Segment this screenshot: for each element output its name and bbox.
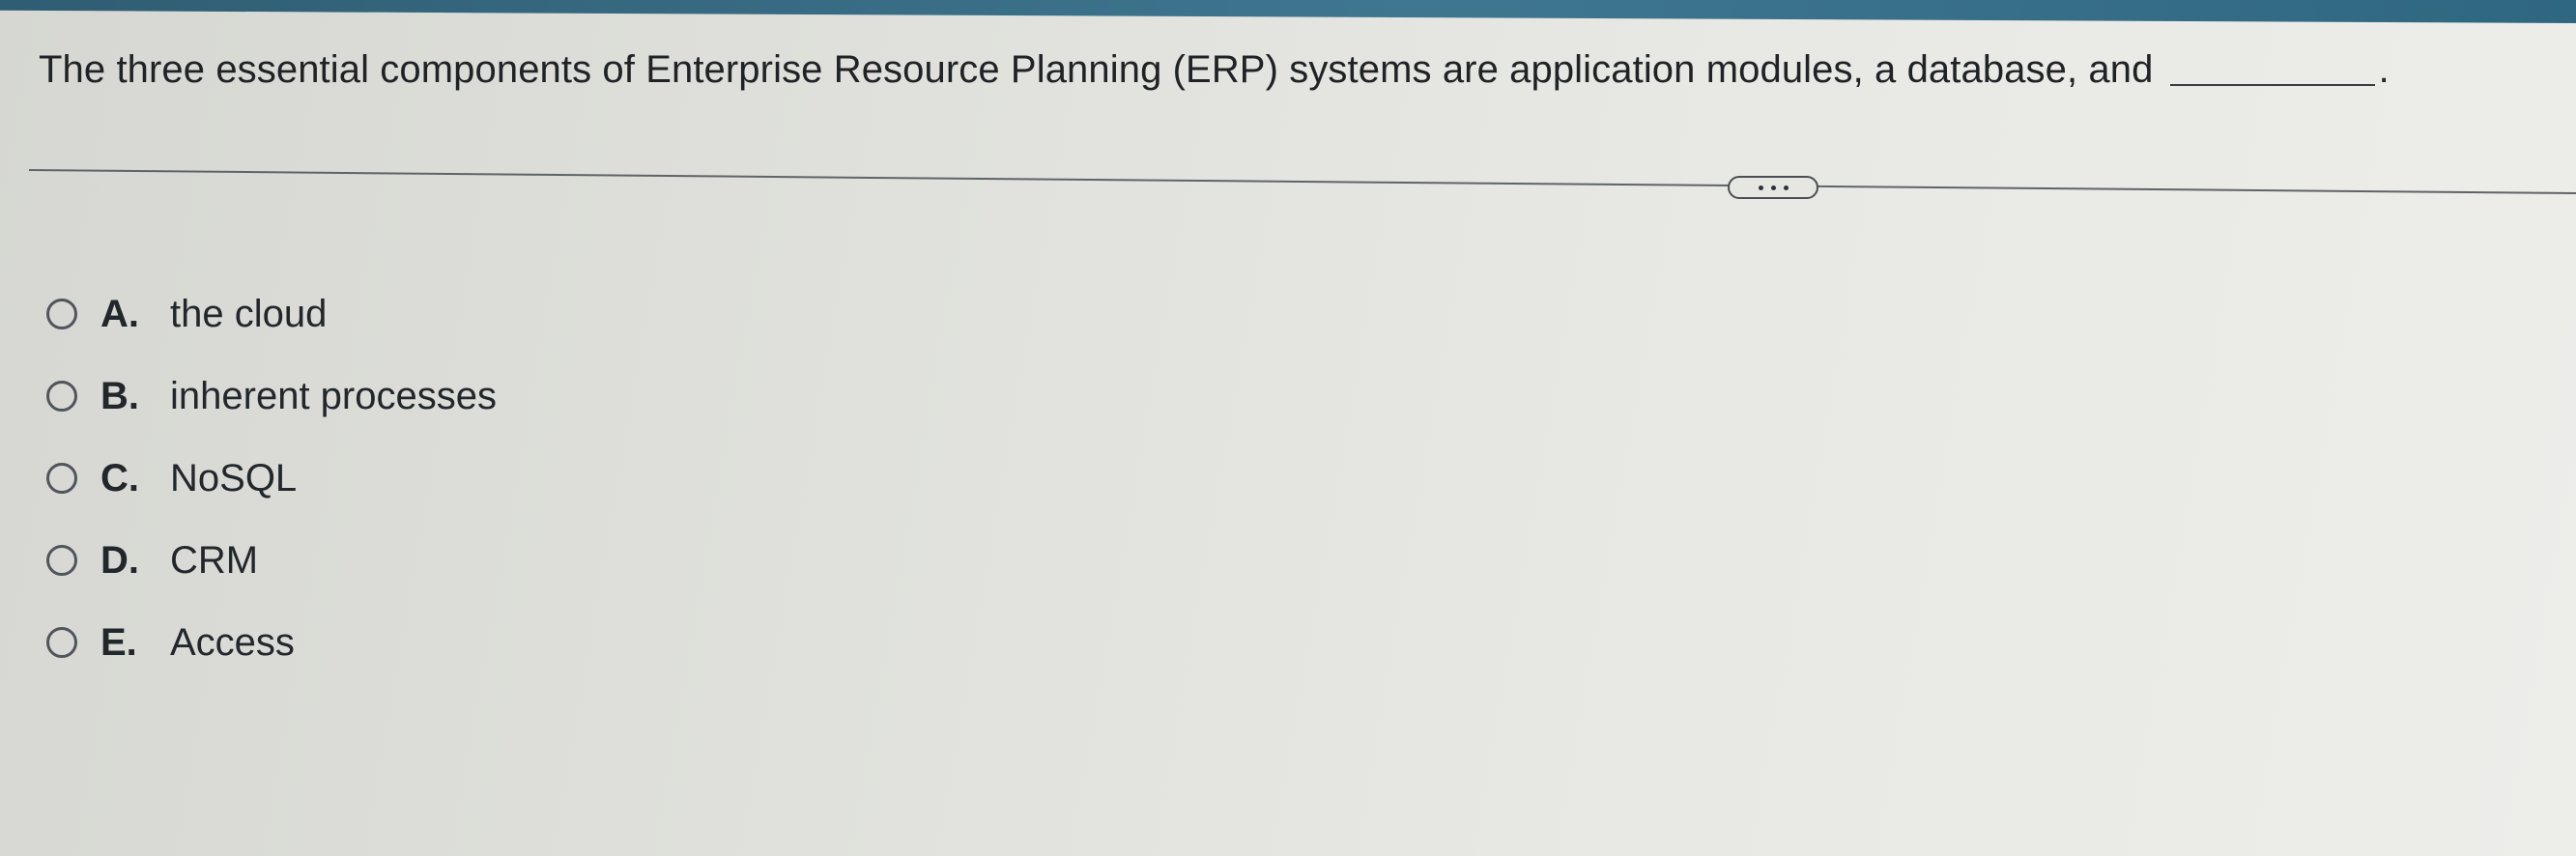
option-text: NoSQL — [170, 456, 298, 499]
option-text: Access — [170, 620, 295, 664]
option-d[interactable]: D. CRM — [46, 536, 258, 585]
option-c[interactable]: C. NoSQL — [46, 454, 297, 502]
option-text: CRM — [170, 538, 259, 582]
divider-line — [29, 169, 2576, 194]
question-text-block: The three essential components of Enterp… — [39, 46, 2390, 93]
option-b[interactable]: B. inherent processes — [46, 372, 497, 420]
question-divider — [29, 168, 2576, 197]
question-period: . — [2378, 48, 2390, 91]
question-text: The three essential components of Enterp… — [39, 48, 2154, 91]
radio-icon[interactable] — [46, 545, 77, 576]
option-text: inherent processes — [170, 374, 497, 417]
expand-more-button[interactable] — [1728, 176, 1818, 199]
radio-icon[interactable] — [46, 299, 77, 329]
option-a[interactable]: A. the cloud — [46, 290, 327, 338]
radio-icon[interactable] — [46, 627, 77, 658]
option-letter: C. — [100, 456, 139, 499]
radio-icon[interactable] — [46, 381, 77, 412]
option-letter: A. — [100, 292, 139, 335]
radio-icon[interactable] — [46, 463, 77, 494]
option-letter: D. — [100, 538, 139, 582]
ellipsis-icon-dot-2 — [1770, 185, 1776, 190]
option-e[interactable]: E. Access — [46, 618, 295, 667]
top-window-strip — [0, 0, 2576, 23]
option-text: the cloud — [170, 292, 328, 335]
ellipsis-icon-dot-3 — [1783, 185, 1789, 190]
option-letter: B. — [100, 374, 139, 417]
ellipsis-icon — [1758, 185, 1763, 190]
option-letter: E. — [100, 620, 137, 664]
answer-blank — [2169, 84, 2375, 86]
